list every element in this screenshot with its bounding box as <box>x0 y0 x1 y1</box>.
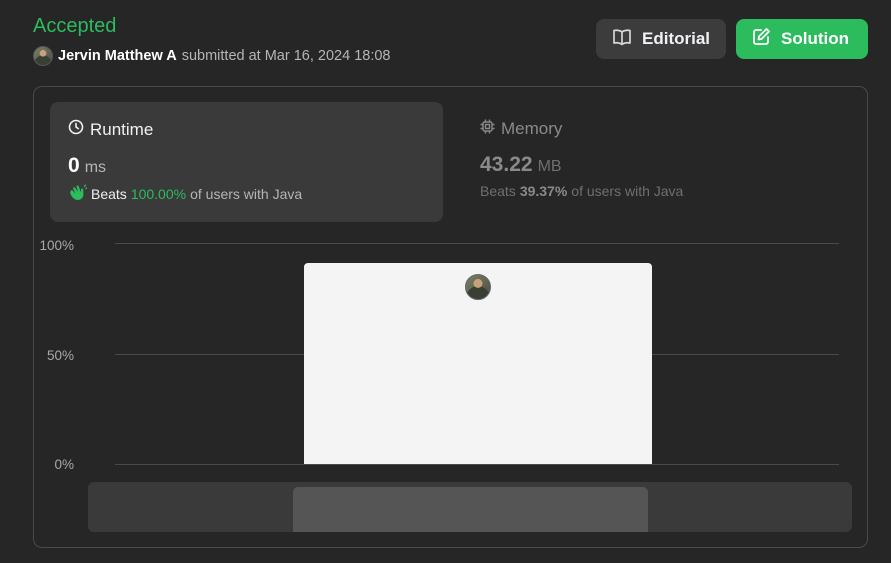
clock-icon <box>68 119 84 140</box>
avatar[interactable] <box>33 46 53 66</box>
memory-value: 43.22 <box>480 153 533 176</box>
solution-label: Solution <box>781 29 849 48</box>
runtime-beats-percent: 100.00% <box>130 186 187 202</box>
runtime-beats: Beats 100.00% of users with Java <box>68 184 425 204</box>
runtime-title: Runtime <box>90 119 154 139</box>
edit-icon <box>752 27 771 51</box>
status-label: Accepted <box>33 15 117 37</box>
runtime-beats-label: Beats <box>91 186 127 202</box>
runtime-title-row: Runtime <box>68 119 425 140</box>
clap-icon <box>68 184 88 204</box>
gridline <box>115 243 839 244</box>
runtime-card[interactable]: Runtime 0 ms Beats 100.00% of users with… <box>50 102 443 222</box>
chart-range-scrubber[interactable] <box>88 482 852 532</box>
chip-icon <box>480 119 495 139</box>
distribution-bar[interactable] <box>304 262 652 464</box>
gridline <box>115 354 839 355</box>
solution-button[interactable]: Solution <box>736 19 868 59</box>
memory-card[interactable]: Memory 43.22 MB Beats 39.37% of users wi… <box>462 102 855 222</box>
book-icon <box>612 28 632 51</box>
memory-title-row: Memory <box>480 119 837 139</box>
runtime-value-row: 0 ms <box>68 154 425 178</box>
your-submission-avatar[interactable] <box>465 273 491 300</box>
memory-beats: Beats 39.37% of users with Java <box>480 183 837 199</box>
chart-range-window[interactable] <box>293 487 648 532</box>
y-tick-label: 0% <box>54 457 74 472</box>
runtime-beats-suffix: of users with Java <box>190 186 303 202</box>
submitted-time: submitted at Mar 16, 2024 18:08 <box>181 48 391 64</box>
submitter-name[interactable]: Jervin Matthew A <box>58 48 177 64</box>
editorial-label: Editorial <box>642 29 711 48</box>
gridline <box>115 464 839 465</box>
memory-beats-percent: 39.37% <box>519 183 568 199</box>
runtime-unit: ms <box>84 159 107 176</box>
memory-title: Memory <box>501 119 563 138</box>
y-tick-label: 100% <box>39 238 74 253</box>
memory-beats-label: Beats <box>480 183 516 199</box>
submission-result-page: Accepted Jervin Matthew A submitted at M… <box>0 0 891 563</box>
submitter-line: Jervin Matthew A submitted at Mar 16, 20… <box>33 46 391 66</box>
memory-beats-suffix: of users with Java <box>571 183 684 199</box>
stats-panel: Runtime 0 ms Beats 100.00% of users with… <box>33 86 868 548</box>
y-tick-label: 50% <box>46 348 74 363</box>
runtime-value: 0 <box>68 154 80 177</box>
editorial-button[interactable]: Editorial <box>596 19 726 59</box>
memory-value-row: 43.22 MB <box>480 153 837 177</box>
memory-unit: MB <box>537 158 562 175</box>
